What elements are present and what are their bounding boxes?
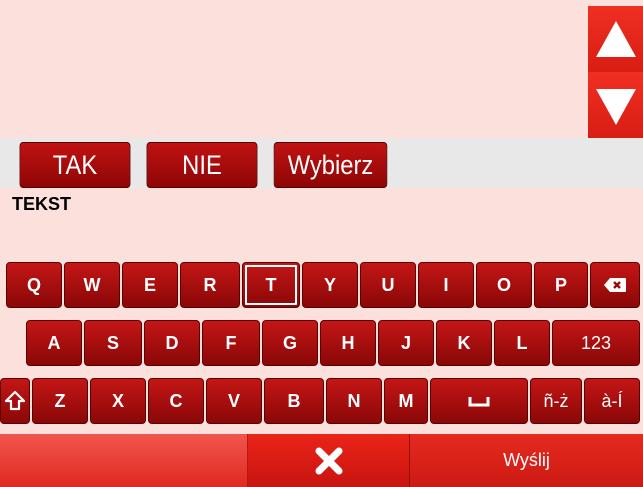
scroll-down-button[interactable] <box>588 72 643 138</box>
key-s[interactable]: S <box>84 320 142 366</box>
key-m[interactable]: M <box>384 378 428 424</box>
numbers-key[interactable]: 123 <box>552 320 640 366</box>
send-button[interactable]: Wyślij <box>410 434 643 487</box>
backspace-icon <box>604 278 626 292</box>
key-e[interactable]: E <box>122 262 178 308</box>
key-r[interactable]: R <box>180 262 240 308</box>
backspace-key[interactable] <box>590 262 640 308</box>
shift-icon <box>5 390 25 411</box>
key-i[interactable]: I <box>418 262 474 308</box>
key-k[interactable]: K <box>436 320 492 366</box>
text-input-value: TEKST <box>12 194 72 214</box>
key-j[interactable]: J <box>378 320 434 366</box>
accents-key-2[interactable]: à-Í <box>584 378 640 424</box>
key-p[interactable]: P <box>534 262 588 308</box>
yes-button[interactable]: TAK <box>19 142 131 188</box>
scroll-up-button[interactable] <box>588 6 643 72</box>
key-o[interactable]: O <box>476 262 532 308</box>
key-n[interactable]: N <box>326 378 382 424</box>
key-c[interactable]: C <box>148 378 204 424</box>
key-q[interactable]: Q <box>6 262 62 308</box>
space-icon <box>468 397 490 407</box>
close-icon <box>315 447 342 474</box>
key-x[interactable]: X <box>90 378 146 424</box>
key-y[interactable]: Y <box>302 262 358 308</box>
key-t[interactable]: T <box>242 262 300 308</box>
text-input-area[interactable] <box>0 190 643 260</box>
choose-button[interactable]: Wybierz <box>273 142 388 188</box>
key-u[interactable]: U <box>360 262 416 308</box>
bottom-left-button[interactable] <box>0 434 248 487</box>
key-b[interactable]: B <box>264 378 324 424</box>
key-a[interactable]: A <box>26 320 82 366</box>
message-area <box>0 0 588 138</box>
space-key[interactable] <box>430 378 528 424</box>
key-d[interactable]: D <box>144 320 200 366</box>
no-button[interactable]: NIE <box>146 142 258 188</box>
key-h[interactable]: H <box>320 320 376 366</box>
cancel-button[interactable] <box>248 434 410 487</box>
shift-key[interactable] <box>0 378 30 424</box>
key-l[interactable]: L <box>494 320 550 366</box>
arrow-up-icon <box>595 21 636 57</box>
accents-key-1[interactable]: ñ-ż <box>530 378 582 424</box>
key-v[interactable]: V <box>206 378 262 424</box>
key-z[interactable]: Z <box>32 378 88 424</box>
key-f[interactable]: F <box>202 320 260 366</box>
key-g[interactable]: G <box>262 320 318 366</box>
arrow-down-icon <box>595 89 636 125</box>
key-w[interactable]: W <box>64 262 120 308</box>
